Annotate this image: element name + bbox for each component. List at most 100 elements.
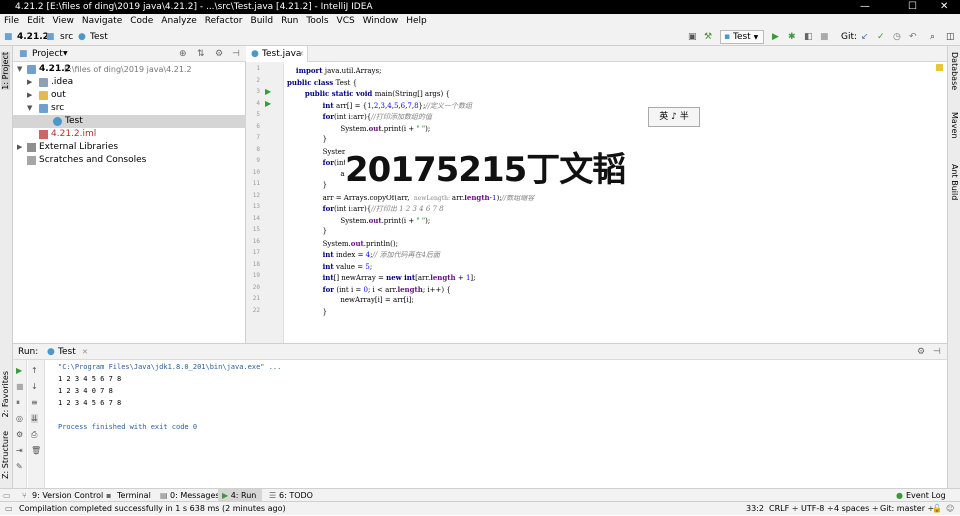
print-icon[interactable]: ⎙ <box>31 430 37 440</box>
src-folder-icon: ■ <box>46 32 55 42</box>
stop-icon[interactable]: ■ <box>820 28 829 46</box>
restore-layout-icon[interactable]: ⇥ <box>16 446 23 455</box>
rerun-icon[interactable]: ▶ <box>16 366 22 375</box>
pin-icon[interactable]: ✎ <box>16 462 23 471</box>
source-folder-icon <box>39 104 48 113</box>
git-update-icon[interactable]: ↙ <box>861 28 869 46</box>
menu-tools[interactable]: Tools <box>306 14 328 28</box>
arrow-down-icon[interactable]: ↓ <box>31 382 38 391</box>
hide-panel-icon[interactable]: ⊣ <box>933 344 941 360</box>
menu-code[interactable]: Code <box>130 14 153 28</box>
project-view-select[interactable]: Project <box>32 46 63 62</box>
tab-label: Test.java <box>262 49 302 59</box>
soft-wrap-icon[interactable]: ≡ <box>31 398 38 407</box>
menu-build[interactable]: Build <box>251 14 274 28</box>
tree-item-iml[interactable]: 4.21.2.iml <box>13 128 246 141</box>
ant-build-tool-tab[interactable]: Ant Build <box>950 164 959 200</box>
tree-item-scratches[interactable]: Scratches and Consoles <box>13 154 246 167</box>
search-icon[interactable]: ⌕ <box>930 28 935 46</box>
close-tab-icon[interactable]: ✕ <box>298 46 304 62</box>
menu-help[interactable]: Help <box>406 14 427 28</box>
tool-tab-run-label: 4: Run <box>230 491 257 500</box>
excluded-folder-icon <box>39 91 48 100</box>
arrow-up-icon[interactable]: ↑ <box>31 366 38 375</box>
coverage-icon[interactable]: ◧ <box>804 28 813 46</box>
tree-item-test[interactable]: Test <box>13 115 246 128</box>
git-revert-icon[interactable]: ↶ <box>909 28 917 46</box>
caret-position[interactable]: 33:2 <box>746 502 764 516</box>
scroll-to-end-icon[interactable]: ⇊ <box>31 414 38 423</box>
status-message[interactable]: Compilation completed successfully in 1 … <box>19 502 286 516</box>
class-icon: ● <box>47 347 55 357</box>
gear-icon[interactable]: ⚙ <box>215 46 223 62</box>
menu-file[interactable]: File <box>4 14 19 28</box>
menu-vcs[interactable]: VCS <box>337 14 355 28</box>
dump-threads-icon[interactable]: ◎ <box>16 414 23 423</box>
run-tab-label[interactable]: Test <box>58 344 76 360</box>
breadcrumb-folder[interactable]: src <box>60 28 73 46</box>
tab-test-java[interactable]: ● Test.java ✕ <box>246 46 308 62</box>
git-commit-icon[interactable]: ✓ <box>877 28 885 46</box>
notifications-icon[interactable]: ☺ <box>946 502 954 516</box>
tree-item-external-libraries[interactable]: ▶ External Libraries <box>13 141 246 154</box>
chevron-down-icon[interactable]: ▼ <box>63 46 68 62</box>
structure-tool-tab[interactable]: Z: Structure <box>1 431 10 479</box>
code-area[interactable]: import java.util.Arrays; public class Tes… <box>246 62 946 343</box>
run-config-select[interactable]: ▪ Test ▼ <box>720 30 764 44</box>
code-line: } <box>322 227 328 235</box>
code-line: } <box>322 181 328 189</box>
console-line: "C:\Program Files\Java\jdk1.8.0_201\bin\… <box>58 363 282 371</box>
project-tool-tab[interactable]: 1: Project <box>1 52 10 90</box>
indent-setting[interactable]: 4 spaces ÷ <box>834 502 879 516</box>
settings-icon[interactable]: ⚙ <box>16 430 23 439</box>
git-branch[interactable]: Git: master ÷ <box>880 502 934 516</box>
tree-item-idea[interactable]: ▶ .idea <box>13 76 246 89</box>
code-line: for(int i:arr){//打印出 1 2 3 4 6 7 8 <box>322 204 444 213</box>
navigation-bar: ■ 4.21.2 ■ src ● Test ▣ ⚒ ▪ Test ▼ ▶ ✱ ◧… <box>0 28 960 46</box>
menu-analyze[interactable]: Analyze <box>161 14 196 28</box>
git-history-icon[interactable]: ◷ <box>893 28 901 46</box>
stop-icon[interactable]: ■ <box>16 382 24 391</box>
menu-refactor[interactable]: Refactor <box>205 14 243 28</box>
build-hammer-icon[interactable]: ⚒ <box>704 28 712 46</box>
menu-navigate[interactable]: Navigate <box>82 14 122 28</box>
maximize-button[interactable]: ☐ <box>908 0 917 14</box>
file-encoding[interactable]: UTF-8 ÷ <box>801 502 834 516</box>
maven-tool-tab[interactable]: Maven <box>950 112 959 139</box>
inspection-status-icon[interactable] <box>936 64 943 71</box>
database-tool-tab[interactable]: Database <box>950 52 959 90</box>
lock-icon[interactable]: 🔓 <box>932 502 942 516</box>
class-icon <box>53 117 62 126</box>
favorites-tool-tab[interactable]: 2: Favorites <box>1 371 10 417</box>
menu-edit[interactable]: Edit <box>27 14 44 28</box>
run-icon[interactable]: ▶ <box>772 28 779 46</box>
minimize-button[interactable]: — <box>860 0 870 14</box>
breadcrumb-file[interactable]: Test <box>90 28 108 46</box>
tree-item-project-root[interactable]: ▼ 4.21.2 E:\files of ding\2019 java\4.21… <box>13 63 246 76</box>
class-icon: ● <box>251 49 259 59</box>
locate-icon[interactable]: ⊕ <box>179 46 187 62</box>
tree-item-label: src <box>51 103 65 113</box>
menu-view[interactable]: View <box>53 14 74 28</box>
hide-panel-icon[interactable]: ⊣ <box>232 46 240 62</box>
tree-item-src[interactable]: ▼ src <box>13 102 246 115</box>
gear-icon[interactable]: ⚙ <box>917 344 925 360</box>
collapse-all-icon[interactable]: ⇅ <box>197 46 205 62</box>
console-line: 1 2 3 4 5 6 7 8 <box>58 399 122 407</box>
pause-icon[interactable]: ⏸ <box>16 398 20 408</box>
breadcrumb-project[interactable]: 4.21.2 <box>17 28 49 46</box>
chevron-right-icon: ▶ <box>17 143 23 151</box>
line-separator[interactable]: CRLF ÷ <box>769 502 798 516</box>
scratches-icon <box>27 156 36 165</box>
close-button[interactable]: ✕ <box>940 0 948 14</box>
tree-item-out[interactable]: ▶ out <box>13 89 246 102</box>
menu-window[interactable]: Window <box>363 14 399 28</box>
menu-run[interactable]: Run <box>281 14 298 28</box>
project-structure-icon[interactable]: ▣ <box>688 28 697 46</box>
tree-item-label: Test <box>65 116 83 126</box>
close-tab-icon[interactable]: ✕ <box>82 344 88 360</box>
clear-all-icon[interactable]: 🗑 <box>31 446 41 455</box>
ime-indicator[interactable]: 英 ♪ 半 <box>648 107 700 127</box>
ide-features-icon[interactable]: ◫ <box>946 28 955 46</box>
debug-icon[interactable]: ✱ <box>788 28 796 46</box>
